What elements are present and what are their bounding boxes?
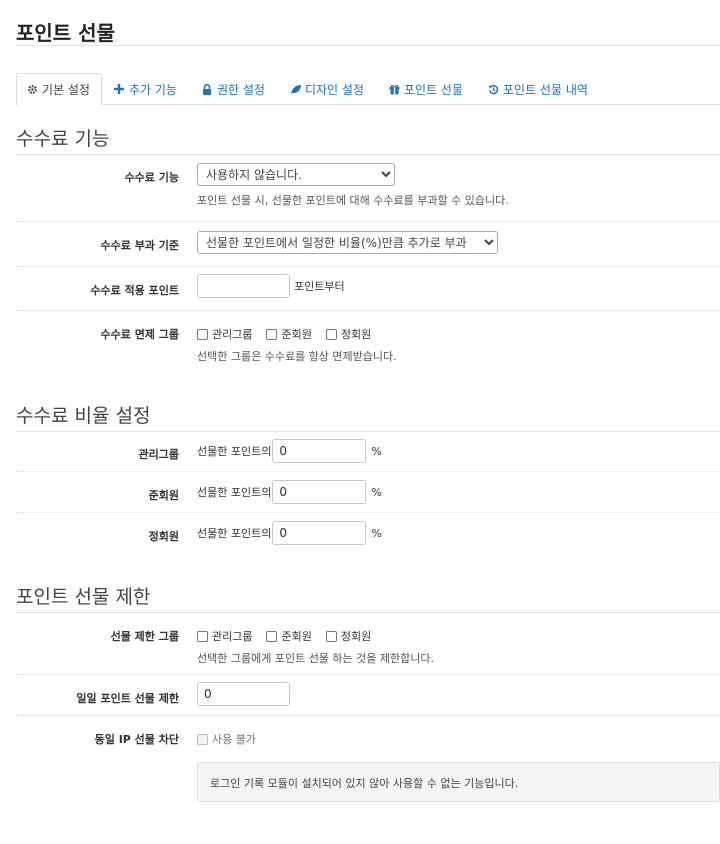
fee-function-select[interactable]: 사용하지 않습니다. — [197, 163, 395, 186]
checkbox-label: 정회원 — [340, 630, 372, 643]
tab-label: 포인트 선물 내역 — [502, 82, 588, 97]
limit-groups-row: 선물 제한 그룹 관리그룹 준회원 정회원 선택한 그룹에게 포인트 선물 하는… — [16, 612, 720, 675]
fee-exempt-label: 수수료 면제 그룹 — [100, 328, 180, 341]
plus-icon — [114, 83, 125, 95]
fee-exempt-help: 선택한 그룹은 수수료를 항상 면제받습니다. — [197, 350, 397, 363]
tab-bar: 기본 설정 추가 기능 권한 설정 디자인 설정 포인트 선물 포인트 선물 내… — [16, 73, 720, 106]
fee-basis-select[interactable]: 선물한 포인트에서 일정한 비율(%)만큼 추가로 부과 — [197, 231, 498, 254]
fee-exempt-group-list: 관리그룹 준회원 정회원 — [197, 326, 397, 342]
fee-basis-label: 수수료 부과 기준 — [100, 239, 180, 252]
checkbox-label: 사용 불가 — [212, 733, 256, 746]
tab-point-gift-history[interactable]: 포인트 선물 내역 — [476, 73, 601, 105]
tab-design-settings[interactable]: 디자인 설정 — [278, 73, 377, 105]
fee-function-label: 수수료 기능 — [124, 171, 179, 184]
section-title-gift-limit: 포인트 선물 제한 — [16, 582, 720, 613]
same-ip-checkbox[interactable]: 사용 불가 — [197, 731, 256, 747]
fee-min-point-label: 수수료 적용 포인트 — [90, 284, 179, 297]
fee-exempt-associate-checkbox[interactable]: 준회원 — [266, 326, 312, 342]
checkbox-box — [325, 328, 337, 340]
fee-min-point-row: 수수료 적용 포인트 포인트부터 — [16, 267, 720, 311]
rate-associate-label: 준회원 — [148, 489, 179, 502]
tab-extra-features[interactable]: 추가 기능 — [102, 73, 190, 105]
rate-associate-prefix: 선물한 포인트의 — [197, 486, 272, 499]
fee-basis-row: 수수료 부과 기준 선물한 포인트에서 일정한 비율(%)만큼 추가로 부과 — [16, 222, 720, 267]
gift-icon — [389, 84, 400, 95]
rate-admin-prefix: 선물한 포인트의 — [197, 445, 272, 458]
history-icon — [488, 84, 499, 95]
checkbox-box — [197, 328, 208, 340]
limit-admin-checkbox[interactable]: 관리그룹 — [197, 628, 252, 644]
rate-row-admin: 관리그룹 선물한 포인트의 % — [16, 431, 720, 472]
section-title-fee: 수수료 기능 — [16, 124, 720, 155]
section-title-fee-rate: 수수료 비율 설정 — [16, 401, 720, 432]
same-ip-label: 동일 IP 선물 차단 — [94, 733, 179, 746]
limit-groups-label: 선물 제한 그룹 — [110, 630, 179, 643]
limit-regular-checkbox[interactable]: 정회원 — [325, 628, 372, 644]
tab-label: 기본 설정 — [42, 83, 90, 97]
tab-basic-settings[interactable]: 기본 설정 — [16, 73, 102, 106]
limit-group-list: 관리그룹 준회원 정회원 — [197, 628, 434, 644]
tab-point-gift[interactable]: 포인트 선물 — [377, 73, 476, 105]
daily-limit-label: 일일 포인트 선물 제한 — [76, 692, 179, 705]
rate-associate-suffix: % — [371, 485, 382, 499]
rate-regular-input[interactable] — [272, 521, 367, 545]
checkbox-label: 정회원 — [340, 328, 372, 341]
checkbox-label: 준회원 — [281, 328, 312, 341]
fee-exempt-regular-checkbox[interactable]: 정회원 — [325, 326, 372, 342]
checkbox-box — [325, 630, 337, 642]
tab-label: 포인트 선물 — [403, 82, 463, 97]
fee-function-row: 수수료 기능 사용하지 않습니다. 포인트 선물 시, 선물한 포인트에 대해 … — [16, 154, 720, 222]
daily-limit-input[interactable] — [197, 682, 290, 706]
tab-permission-settings[interactable]: 권한 설정 — [190, 73, 278, 105]
checkbox-box — [266, 328, 278, 340]
same-ip-row: 동일 IP 선물 차단 사용 불가 — [16, 716, 720, 756]
limit-associate-checkbox[interactable]: 준회원 — [266, 628, 312, 644]
fee-min-point-input[interactable] — [197, 274, 290, 298]
rate-row-associate: 준회원 선물한 포인트의 % — [16, 472, 720, 513]
checkbox-box — [266, 630, 278, 642]
tab-label: 디자인 설정 — [304, 82, 364, 97]
page-title: 포인트 선물 — [16, 0, 720, 46]
rate-associate-input[interactable] — [272, 480, 367, 504]
checkbox-label: 관리그룹 — [212, 328, 253, 341]
fee-exempt-row: 수수료 면제 그룹 관리그룹 준회원 정회원 선택한 그룹은 수수료를 항상 면… — [16, 311, 720, 373]
rate-regular-prefix: 선물한 포인트의 — [197, 527, 272, 540]
tab-label: 권한 설정 — [216, 82, 265, 97]
leaf-icon — [290, 84, 301, 95]
lock-icon — [202, 83, 213, 95]
rate-row-regular: 정회원 선물한 포인트의 % — [16, 513, 720, 555]
limit-groups-help: 선택한 그룹에게 포인트 선물 하는 것을 제한합니다. — [197, 652, 434, 665]
rate-regular-label: 정회원 — [148, 530, 179, 543]
rate-regular-suffix: % — [371, 526, 382, 540]
tab-label: 추가 기능 — [128, 82, 177, 97]
page: 포인트 선물 기본 설정 추가 기능 권한 설정 디자인 설정 포인트 선물 포… — [0, 0, 720, 844]
rate-admin-label: 관리그룹 — [138, 448, 179, 461]
gear-icon — [27, 84, 38, 95]
fee-function-help: 포인트 선물 시, 선물한 포인트에 대해 수수료를 부과할 수 있습니다. — [197, 194, 509, 207]
checkbox-label: 준회원 — [281, 630, 312, 643]
fee-exempt-admin-checkbox[interactable]: 관리그룹 — [197, 326, 252, 342]
checkbox-box — [197, 733, 208, 745]
checkbox-box — [197, 630, 208, 642]
checkbox-label: 관리그룹 — [212, 630, 253, 643]
daily-limit-row: 일일 포인트 선물 제한 — [16, 675, 720, 716]
same-ip-notice: 로그인 기록 모듈이 설치되어 있지 않아 사용할 수 없는 기능입니다. — [197, 762, 720, 802]
rate-admin-input[interactable] — [272, 439, 367, 463]
rate-admin-suffix: % — [371, 444, 382, 458]
fee-min-point-suffix: 포인트부터 — [294, 280, 345, 293]
